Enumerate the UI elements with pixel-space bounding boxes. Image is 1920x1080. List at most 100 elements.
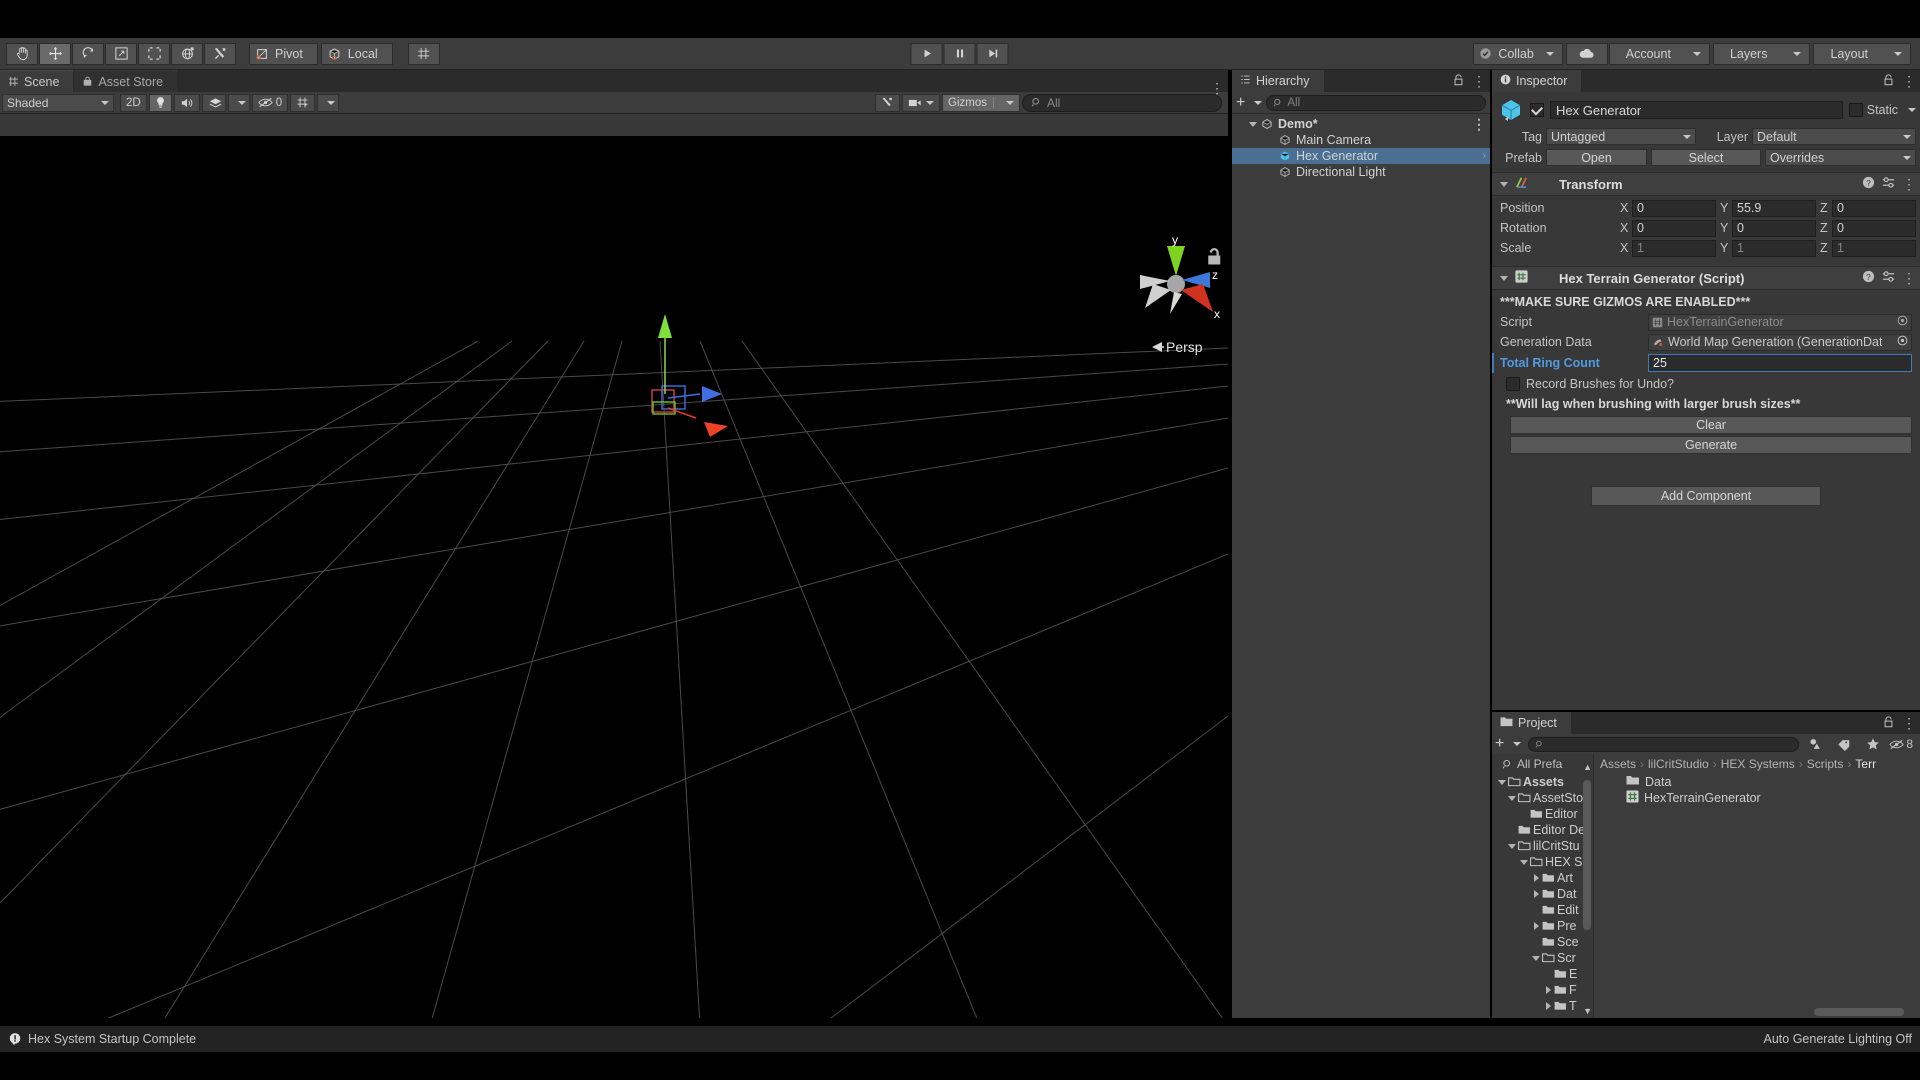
tree-item-assets[interactable]: Assets	[1492, 774, 1593, 790]
tab-hierarchy[interactable]: Hierarchy	[1232, 70, 1324, 92]
tree-item-editor-de[interactable]: Editor De	[1492, 822, 1593, 838]
position-z-input[interactable]: 0	[1832, 199, 1916, 217]
search-by-label-button[interactable]	[1831, 738, 1857, 751]
camera-settings-button[interactable]	[902, 93, 941, 112]
tag-dropdown[interactable]: Untagged	[1546, 128, 1696, 145]
chevron-down-icon[interactable]	[1908, 108, 1916, 112]
project-hidden-count[interactable]: 8	[1889, 737, 1917, 751]
grid-dropdown-button[interactable]	[317, 93, 340, 112]
expand-arrow-icon[interactable]	[1506, 843, 1518, 849]
breadcrumb-scripts[interactable]: Scripts	[1807, 757, 1844, 771]
account-button[interactable]: Account	[1608, 42, 1710, 65]
grid-snapping-button[interactable]	[407, 42, 440, 65]
fx-dropdown-button[interactable]	[227, 93, 250, 112]
tree-item-hex-systems[interactable]: HEX S	[1492, 854, 1593, 870]
expand-arrow-icon[interactable]	[1530, 890, 1542, 898]
scene-tools-button[interactable]	[875, 93, 901, 112]
help-icon[interactable]: ?	[1862, 270, 1875, 286]
expand-arrow-icon[interactable]	[1530, 922, 1542, 930]
chevron-right-icon[interactable]: ›	[1482, 150, 1486, 162]
help-icon[interactable]: ?	[1862, 176, 1875, 192]
collapse-arrow-icon[interactable]	[1500, 275, 1508, 281]
static-checkbox[interactable]	[1848, 103, 1863, 117]
script-component-header[interactable]: Hex Terrain Generator (Script) ? ⋮	[1492, 266, 1920, 290]
toggle-lighting-button[interactable]	[148, 93, 172, 112]
hierarchy-item-directional-light[interactable]: Directional Light	[1232, 164, 1490, 180]
position-y-input[interactable]: 55.9	[1732, 199, 1816, 217]
scene-search-input[interactable]: All	[1022, 93, 1222, 112]
rotation-x-input[interactable]: 0	[1632, 219, 1716, 237]
breadcrumb-hex-systems[interactable]: HEX Systems	[1721, 757, 1795, 771]
object-enabled-checkbox[interactable]	[1530, 103, 1544, 117]
static-toggle[interactable]: Static	[1848, 103, 1916, 117]
scale-y-input[interactable]: 1	[1732, 239, 1816, 257]
tab-asset-store[interactable]: Asset Store	[74, 70, 178, 92]
kebab-icon[interactable]: ⋮	[1902, 716, 1916, 730]
expand-arrow-icon[interactable]	[1246, 121, 1259, 127]
tree-item-scripts[interactable]: Scr	[1492, 950, 1593, 966]
rect-tool-button[interactable]	[138, 42, 170, 65]
hierarchy-search-input[interactable]: All	[1266, 94, 1486, 111]
project-search-input[interactable]	[1528, 736, 1800, 752]
favorites-button[interactable]	[1860, 737, 1886, 751]
object-picker-icon[interactable]	[1897, 335, 1908, 349]
scroll-up-arrow-icon[interactable]: ▲	[1583, 762, 1592, 772]
tree-item-scenes[interactable]: Sce	[1492, 934, 1593, 950]
tab-scene[interactable]: Scene	[0, 70, 74, 92]
breadcrumb-assets[interactable]: Assets	[1600, 757, 1636, 771]
clear-button[interactable]: Clear	[1510, 416, 1912, 434]
transform-tool-button[interactable]	[171, 42, 203, 65]
search-by-type-button[interactable]	[1802, 737, 1828, 751]
hierarchy-item-main-camera[interactable]: Main Camera	[1232, 132, 1490, 148]
project-create-button[interactable]: +	[1495, 736, 1522, 752]
all-prefabs-filter[interactable]: All Prefa	[1492, 754, 1593, 774]
prefab-open-button[interactable]: Open	[1546, 149, 1647, 166]
scene-viewport[interactable]: y z x Persp	[0, 136, 1228, 1018]
toggle-fx-button[interactable]	[201, 93, 226, 112]
move-tool-button[interactable]	[39, 42, 71, 65]
toggle-audio-button[interactable]	[173, 93, 200, 112]
status-message-group[interactable]: Hex System Startup Complete	[8, 1032, 196, 1046]
scale-x-input[interactable]: 1	[1632, 239, 1716, 257]
tree-item-assetstore[interactable]: AssetSto	[1492, 790, 1593, 806]
lock-icon[interactable]	[1883, 715, 1894, 731]
tree-item-editor2[interactable]: Edit	[1492, 902, 1593, 918]
scene-panel-menu-button[interactable]: ⋮	[1206, 81, 1228, 95]
layer-dropdown[interactable]: Default	[1752, 128, 1916, 145]
generate-button[interactable]: Generate	[1510, 436, 1912, 454]
transform-component-header[interactable]: Transform ? ⋮	[1492, 172, 1920, 196]
layout-button[interactable]: Layout	[1813, 42, 1911, 65]
project-file-scrollbar[interactable]	[1814, 1008, 1904, 1016]
layers-button[interactable]: Layers	[1712, 42, 1811, 65]
record-brushes-checkbox[interactable]	[1506, 377, 1520, 391]
tree-item-f[interactable]: F	[1492, 982, 1593, 998]
shading-mode-dropdown[interactable]: Shaded	[2, 93, 114, 112]
tree-item-lilcritstudio[interactable]: lilCritStu	[1492, 838, 1593, 854]
presets-icon[interactable]	[1882, 176, 1895, 192]
gizmos-button[interactable]: Gizmos |	[942, 93, 1020, 112]
hierarchy-item-hex-generator[interactable]: Hex Generator ›	[1232, 148, 1490, 164]
presets-icon[interactable]	[1882, 270, 1895, 286]
toggle-2d-button[interactable]: 2D	[120, 93, 147, 112]
play-button[interactable]	[910, 42, 943, 65]
kebab-icon[interactable]: ⋮	[1902, 74, 1916, 88]
file-item-data[interactable]: Data	[1594, 774, 1920, 790]
expand-arrow-icon[interactable]	[1530, 955, 1542, 961]
step-button[interactable]	[976, 42, 1009, 65]
script-object-field[interactable]: HexTerrainGenerator	[1648, 313, 1912, 331]
expand-arrow-icon[interactable]	[1530, 874, 1542, 882]
collapse-arrow-icon[interactable]	[1500, 181, 1508, 187]
tab-inspector[interactable]: Inspector	[1492, 70, 1582, 92]
kebab-icon[interactable]: ⋮	[1902, 177, 1916, 191]
custom-tool-button[interactable]	[204, 42, 236, 65]
tree-item-data[interactable]: Dat	[1492, 886, 1593, 902]
rotation-z-input[interactable]: 0	[1832, 219, 1916, 237]
local-toggle-button[interactable]: Local	[320, 42, 393, 65]
prefab-select-button[interactable]: Select	[1651, 149, 1761, 166]
kebab-icon[interactable]: ⋮	[1902, 271, 1916, 285]
expand-arrow-icon[interactable]	[1506, 795, 1518, 801]
expand-arrow-icon[interactable]	[1542, 986, 1554, 994]
lock-icon[interactable]	[1883, 73, 1894, 89]
lock-icon[interactable]	[1453, 73, 1464, 89]
expand-arrow-icon[interactable]	[1518, 859, 1530, 865]
